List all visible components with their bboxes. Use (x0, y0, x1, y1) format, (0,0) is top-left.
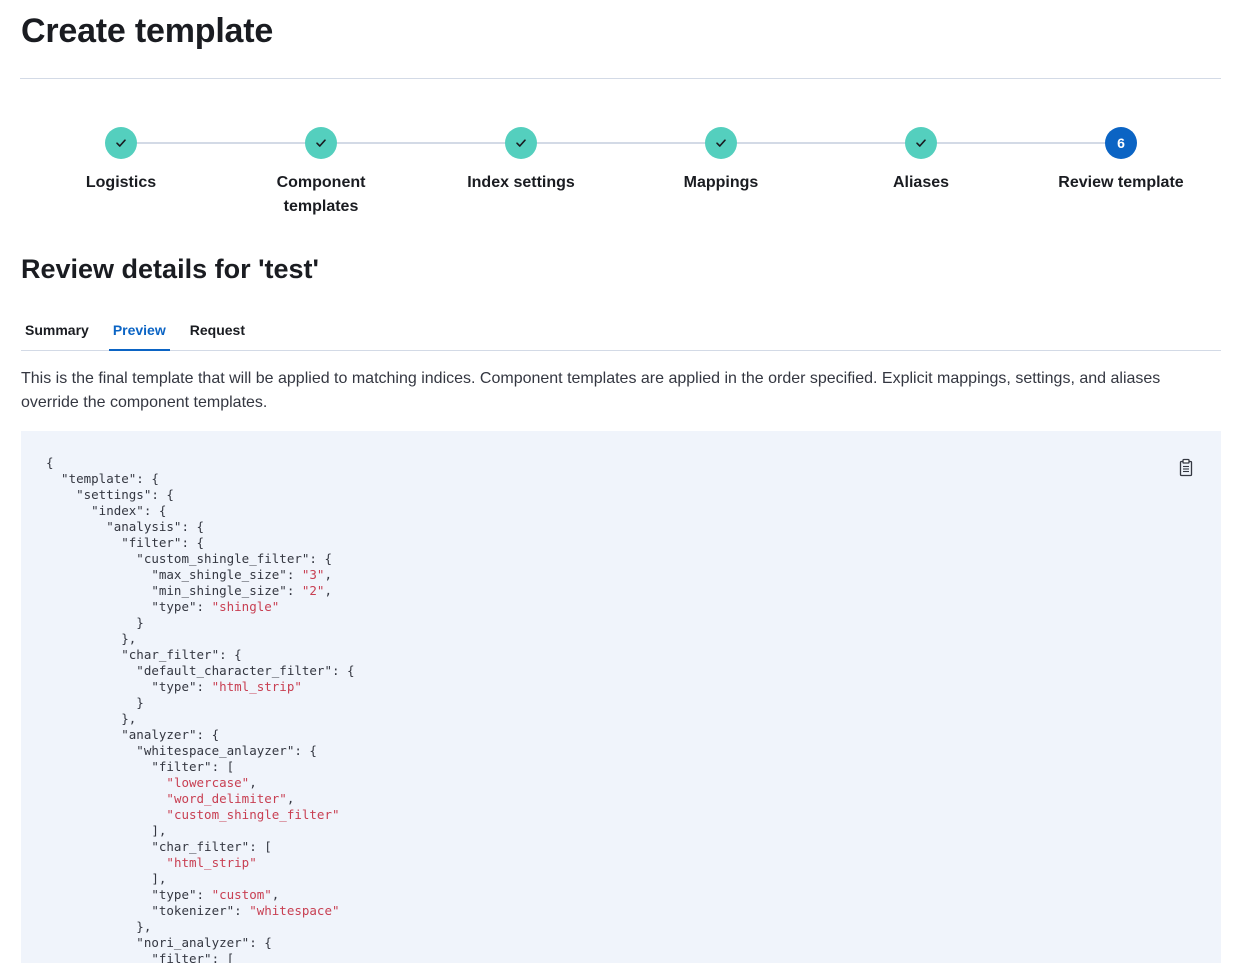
tab-preview[interactable]: Preview (108, 313, 170, 351)
review-tabs: Summary Preview Request (21, 313, 1221, 351)
check-icon (516, 139, 526, 147)
tab-summary[interactable]: Summary (21, 313, 93, 351)
step-aliases[interactable]: Aliases (821, 127, 1021, 195)
step-complete-indicator (905, 127, 937, 159)
template-preview-code-block[interactable]: { "template": { "settings": { "index": {… (21, 431, 1221, 963)
page-title: Create template (21, 12, 274, 50)
check-icon (716, 139, 726, 147)
tab-request[interactable]: Request (186, 313, 249, 351)
step-mappings[interactable]: Mappings (621, 127, 821, 195)
step-label: Logistics (85, 174, 157, 191)
step-logistics[interactable]: Logistics (21, 127, 221, 195)
step-label: Review template (1058, 174, 1184, 191)
check-icon (116, 139, 126, 147)
review-details-title: Review details for 'test' (21, 254, 319, 284)
step-current-number: 6 (1105, 127, 1137, 159)
check-icon (916, 139, 926, 147)
step-label: Mappings (683, 174, 759, 191)
step-review-template: 6 Review template (1021, 127, 1221, 195)
steps-progress: Logistics Component templates Index sett… (21, 127, 1221, 227)
step-label: Aliases (892, 174, 950, 191)
template-json-code: { "template": { "settings": { "index": {… (46, 455, 355, 963)
step-complete-indicator (105, 127, 137, 159)
step-index-settings[interactable]: Index settings (421, 127, 621, 195)
step-complete-indicator (705, 127, 737, 159)
step-complete-indicator (505, 127, 537, 159)
title-divider (20, 78, 1221, 79)
step-component-templates[interactable]: Component templates (221, 127, 421, 219)
preview-description: This is the final template that will be … (21, 370, 1161, 411)
step-complete-indicator (305, 127, 337, 159)
step-label: Index settings (467, 174, 575, 191)
copy-clipboard-icon[interactable] (1177, 458, 1195, 478)
step-label: Component templates (276, 174, 366, 215)
check-icon (316, 139, 326, 147)
